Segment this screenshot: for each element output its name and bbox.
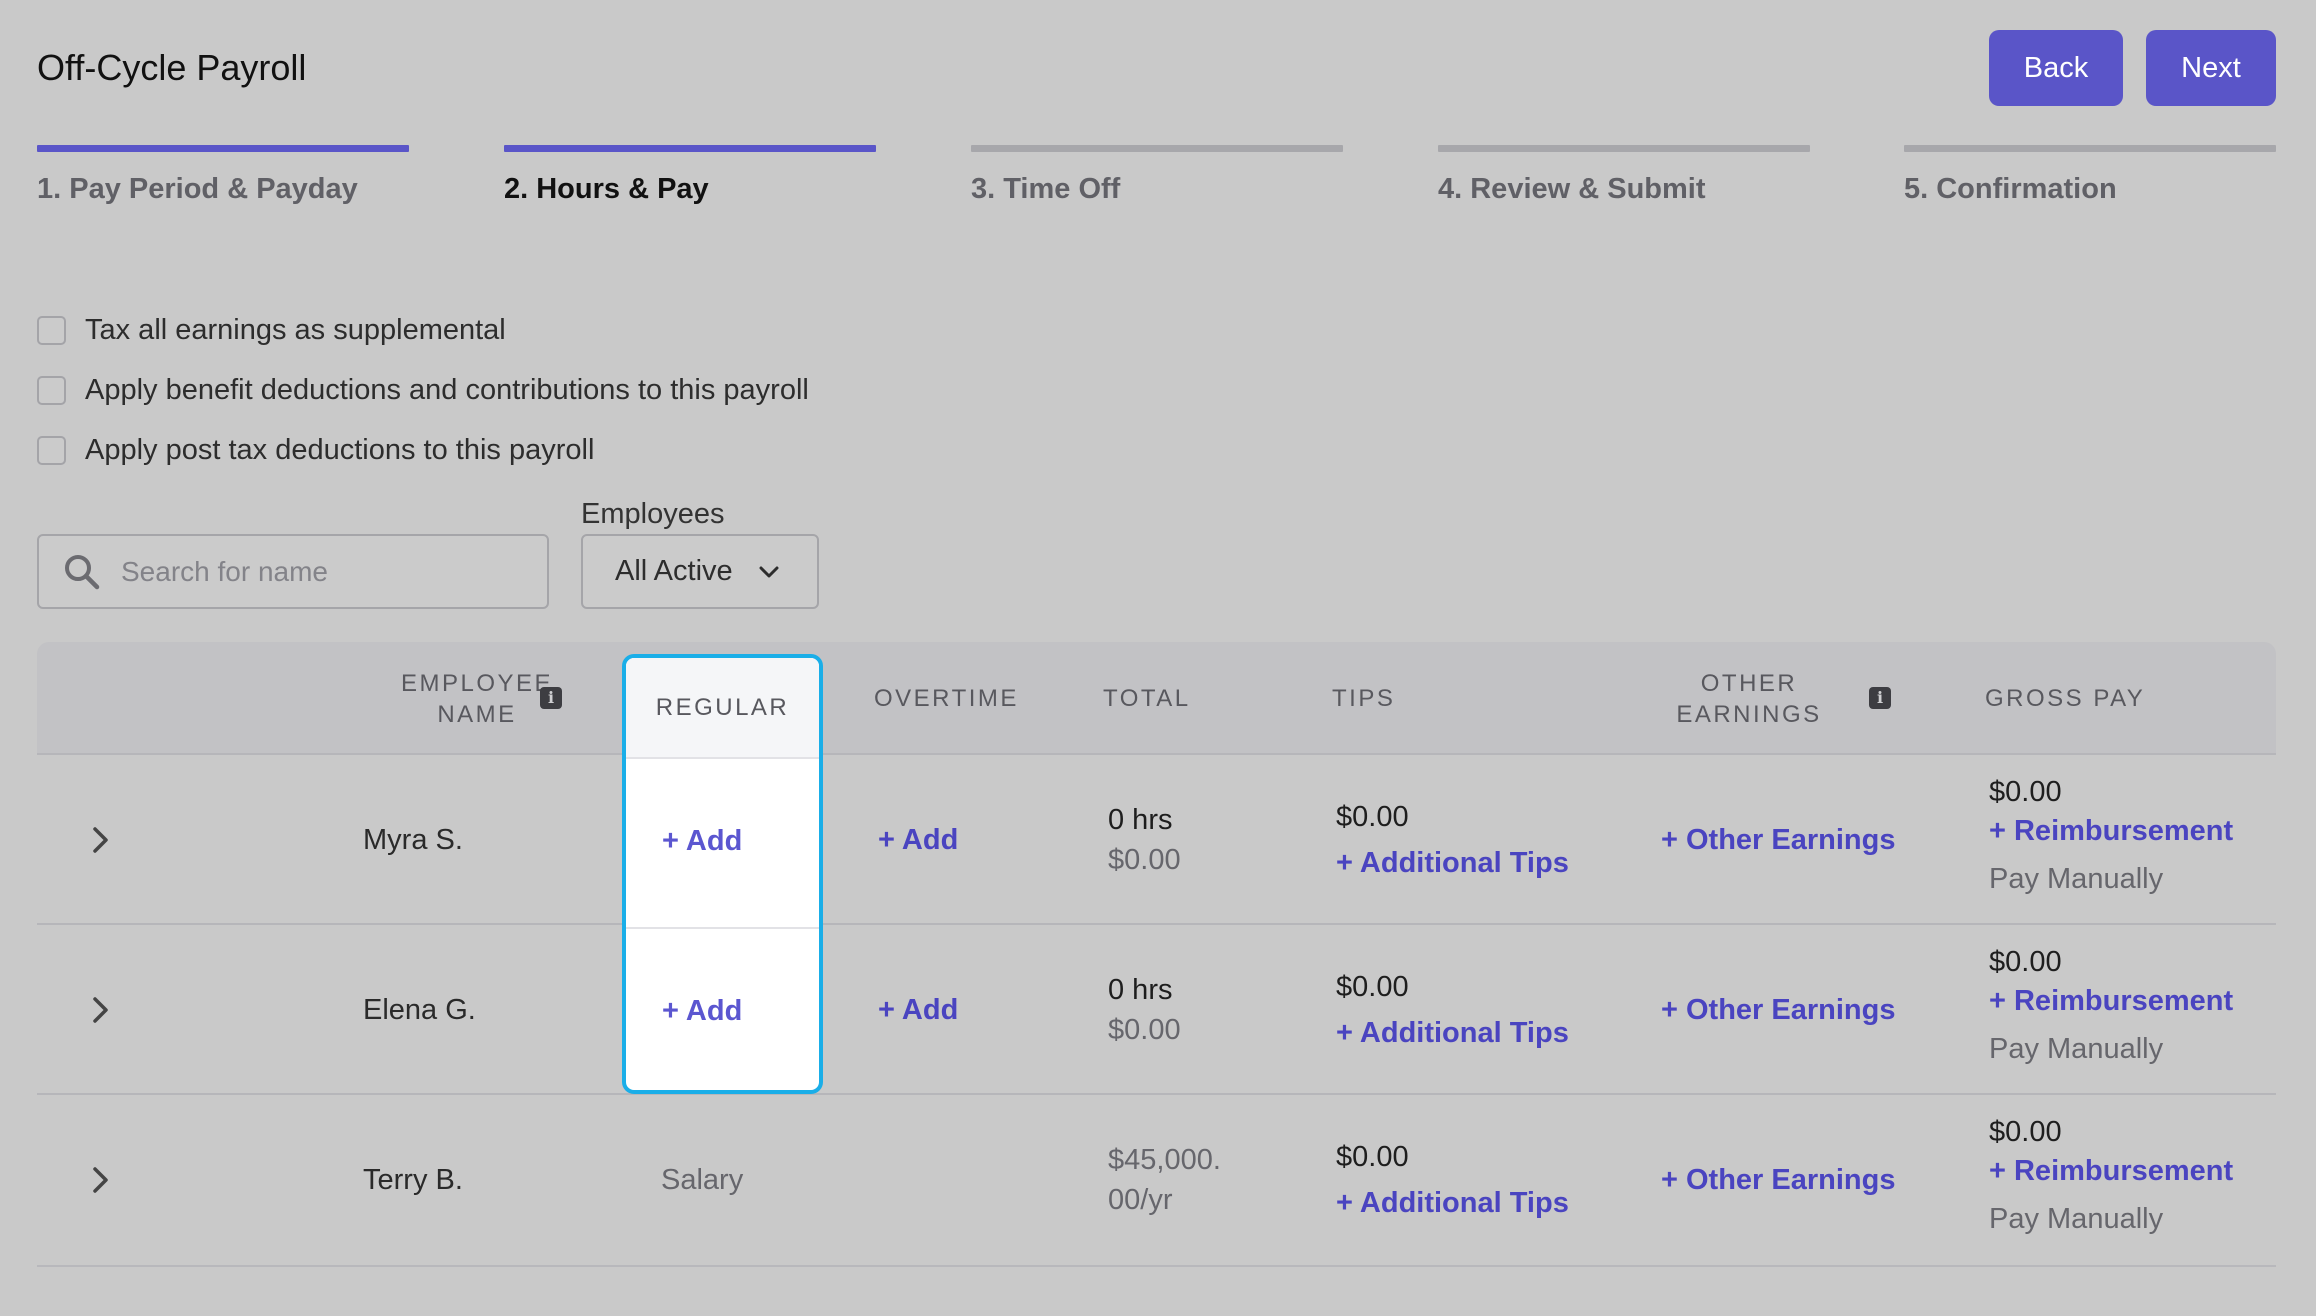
step-confirmation[interactable]: 5. Confirmation (1904, 145, 2276, 207)
employees-filter-select[interactable]: All Active (581, 534, 819, 609)
employees-filter-label: Employees (581, 498, 725, 530)
info-icon[interactable]: i (540, 687, 562, 709)
employee-name: Elena G. (363, 994, 476, 1026)
gross-pay-amount: $0.00 (1989, 776, 2062, 808)
total-hours: 0 hrs (1108, 804, 1173, 836)
chevron-down-icon (759, 566, 779, 577)
column-header-gross-pay: GROSS PAY (1985, 685, 2146, 712)
step-progress-bar (37, 145, 409, 152)
add-regular-hours-link[interactable]: + Add (662, 821, 742, 861)
column-header-total: TOTAL (1103, 685, 1191, 712)
column-header-overtime: OVERTIME (874, 685, 1019, 712)
total-amount: $0.00 (1108, 1014, 1181, 1046)
other-earnings-link[interactable]: + Other Earnings (1661, 1160, 1895, 1200)
regular-column-highlight: REGULAR + Add + Add (622, 654, 823, 1094)
tips-amount: $0.00 (1336, 1141, 1409, 1173)
regular-cell: + Add (626, 929, 819, 1090)
table-header: EMPLOYEE NAME i OVERTIME TOTAL TIPS OTHE… (37, 642, 2276, 755)
table-row: Elena G. + Add 0 hrs $0.00 $0.00 + Addit… (37, 925, 2276, 1095)
option-benefit-deductions[interactable]: Apply benefit deductions and contributio… (37, 372, 809, 408)
payroll-table: EMPLOYEE NAME i OVERTIME TOTAL TIPS OTHE… (37, 642, 2276, 1267)
annual-salary: $45,000. (1108, 1144, 1221, 1176)
gross-pay-amount: $0.00 (1989, 946, 2062, 978)
search-field[interactable] (37, 534, 549, 609)
option-label: Apply benefit deductions and contributio… (85, 373, 809, 406)
tax-supplemental-checkbox[interactable] (37, 315, 66, 345)
benefit-deductions-checkbox[interactable] (37, 375, 66, 405)
back-button[interactable]: Back (1989, 30, 2123, 106)
pay-method: Pay Manually (1989, 863, 2164, 895)
search-input[interactable] (119, 554, 523, 589)
chevron-right-icon[interactable] (86, 996, 114, 1024)
step-progress-bar (971, 145, 1343, 152)
step-progress-bar (504, 145, 876, 152)
step-label: 1. Pay Period & Payday (37, 173, 358, 205)
table-row: Myra S. + Add 0 hrs $0.00 $0.00 + Additi… (37, 755, 2276, 925)
chevron-right-icon[interactable] (86, 826, 114, 854)
option-label: Tax all earnings as supplemental (85, 313, 506, 346)
other-earnings-link[interactable]: + Other Earnings (1661, 990, 1895, 1030)
column-header-tips: TIPS (1332, 685, 1396, 712)
employees-filter-value: All Active (615, 555, 733, 587)
reimbursement-link[interactable]: + Reimbursement (1989, 811, 2233, 851)
add-regular-hours-link[interactable]: + Add (662, 991, 742, 1031)
step-time-off[interactable]: 3. Time Off (971, 145, 1343, 207)
page-title: Off-Cycle Payroll (37, 47, 307, 88)
additional-tips-link[interactable]: + Additional Tips (1336, 843, 1569, 883)
regular-cell: + Add (626, 759, 819, 929)
chevron-right-icon[interactable] (86, 1166, 114, 1194)
step-progress-bar (1438, 145, 1810, 152)
step-label: 2. Hours & Pay (504, 173, 709, 205)
table-row: Terry B. Salary $45,000. 00/yr $0.00 + A… (37, 1095, 2276, 1265)
annual-salary-unit: 00/yr (1108, 1184, 1173, 1216)
search-icon (65, 554, 100, 589)
total-hours: 0 hrs (1108, 974, 1173, 1006)
employee-name: Myra S. (363, 824, 463, 856)
info-icon[interactable]: i (1869, 687, 1891, 709)
column-header-other-earnings: OTHER EARNINGS (1676, 669, 1822, 728)
pay-method: Pay Manually (1989, 1033, 2164, 1065)
total-amount: $0.00 (1108, 844, 1181, 876)
post-tax-deductions-checkbox[interactable] (37, 435, 66, 465)
gross-pay-amount: $0.00 (1989, 1116, 2062, 1148)
employee-name: Terry B. (363, 1164, 463, 1196)
step-review-submit[interactable]: 4. Review & Submit (1438, 145, 1810, 207)
step-hours-pay[interactable]: 2. Hours & Pay (504, 145, 876, 207)
step-label: 4. Review & Submit (1438, 173, 1706, 205)
step-label: 5. Confirmation (1904, 173, 2117, 205)
other-earnings-link[interactable]: + Other Earnings (1661, 820, 1895, 860)
step-progress-bar (1904, 145, 2276, 152)
pay-method: Pay Manually (1989, 1203, 2164, 1235)
next-button[interactable]: Next (2146, 30, 2276, 106)
option-tax-supplemental[interactable]: Tax all earnings as supplemental (37, 312, 506, 348)
option-post-tax-deductions[interactable]: Apply post tax deductions to this payrol… (37, 432, 594, 468)
regular-pay-type: Salary (661, 1164, 744, 1196)
reimbursement-link[interactable]: + Reimbursement (1989, 1151, 2233, 1191)
column-header-regular: REGULAR (626, 658, 819, 759)
additional-tips-link[interactable]: + Additional Tips (1336, 1013, 1569, 1053)
additional-tips-link[interactable]: + Additional Tips (1336, 1183, 1569, 1223)
step-label: 3. Time Off (971, 173, 1121, 205)
add-overtime-link[interactable]: + Add (878, 820, 958, 860)
step-pay-period[interactable]: 1. Pay Period & Payday (37, 145, 409, 207)
option-label: Apply post tax deductions to this payrol… (85, 433, 595, 466)
tips-amount: $0.00 (1336, 801, 1409, 833)
off-cycle-payroll-page: Off-Cycle Payroll Back Next 1. Pay Perio… (0, 0, 2316, 1316)
tips-amount: $0.00 (1336, 971, 1409, 1003)
reimbursement-link[interactable]: + Reimbursement (1989, 981, 2233, 1021)
add-overtime-link[interactable]: + Add (878, 990, 958, 1030)
